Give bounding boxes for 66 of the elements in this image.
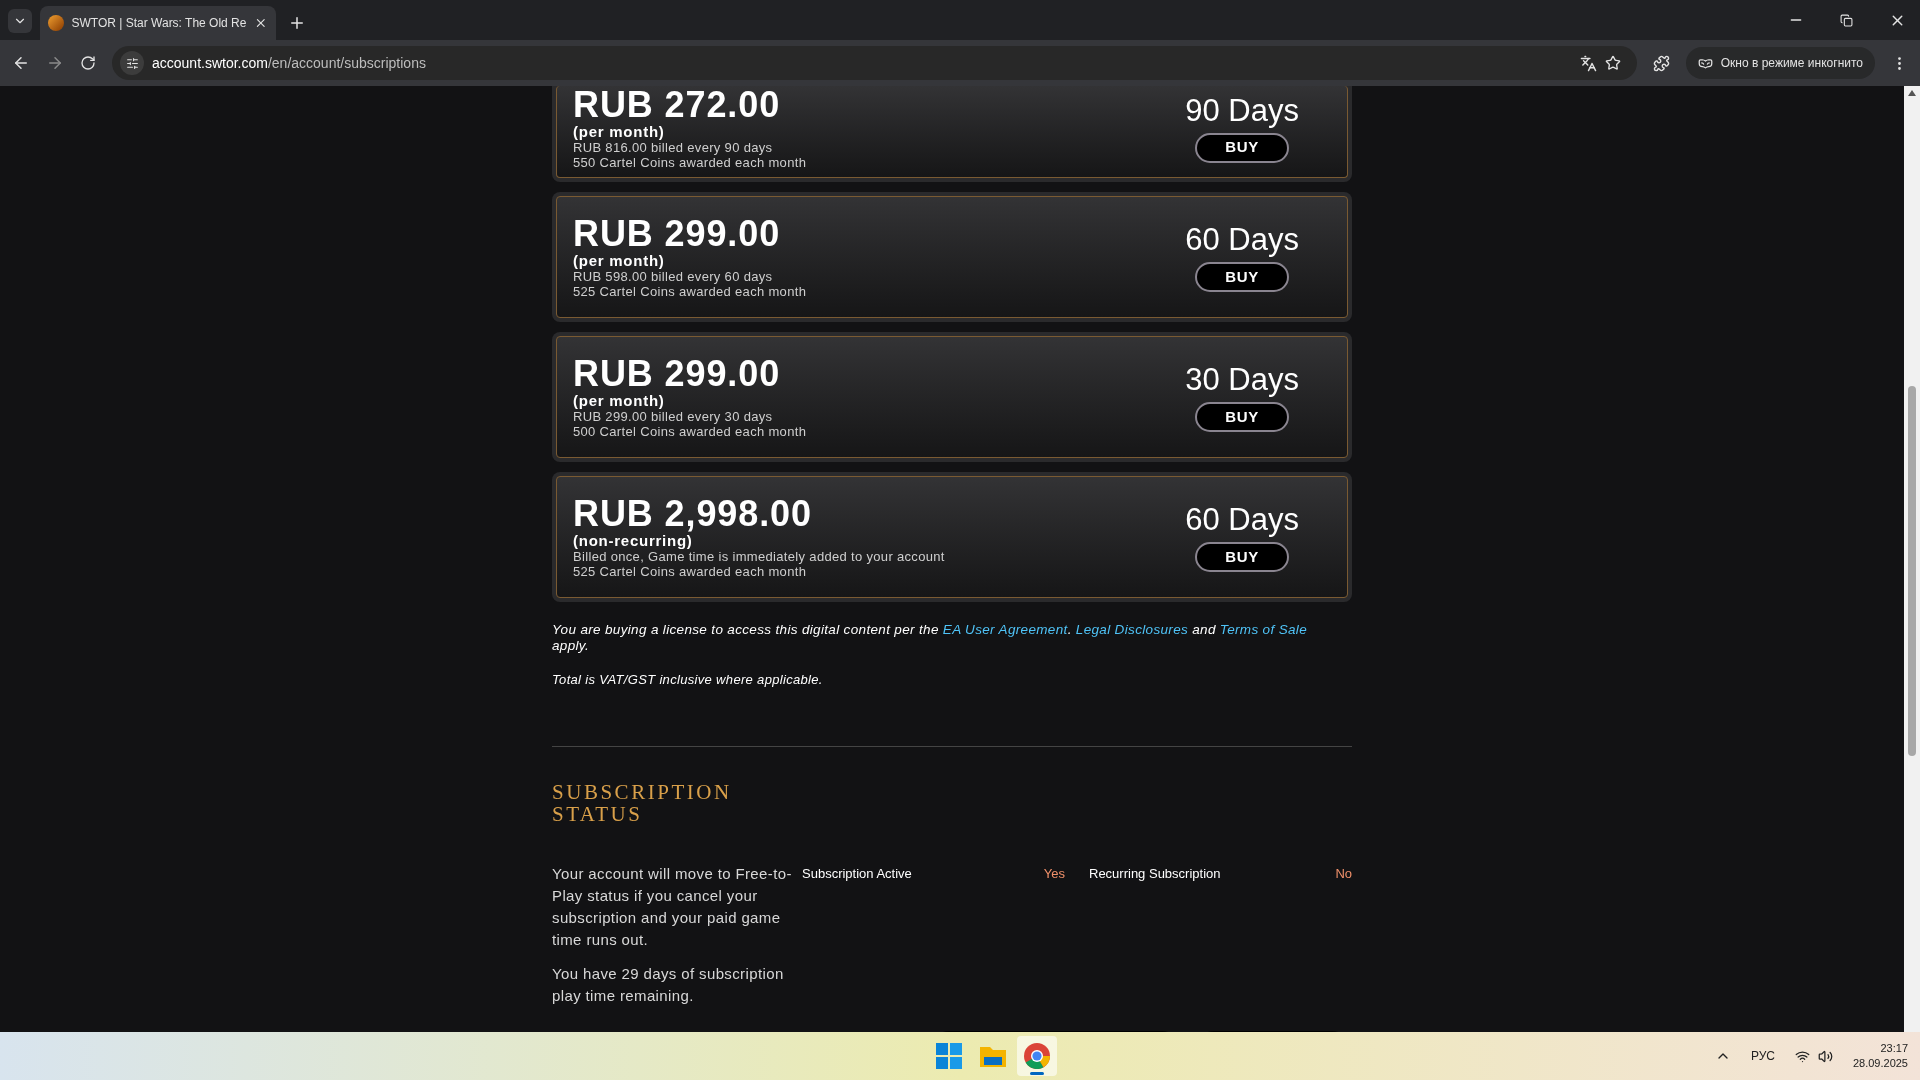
incognito-badge[interactable]: Окно в режиме инкогнито xyxy=(1685,47,1875,79)
plan-duration: 60 Days xyxy=(1185,502,1299,538)
taskbar-app[interactable] xyxy=(1017,1036,1058,1076)
forward-icon[interactable] xyxy=(46,54,64,72)
scrollbar-thumb[interactable] xyxy=(1908,386,1916,756)
close-tab-icon[interactable] xyxy=(254,16,268,30)
status-paragraph: Your account will move to Free-to-Play status if you cancel your subscription and your paid game time runs out. xyxy=(552,863,793,950)
plan-period: (non-recurring) xyxy=(573,533,694,549)
plan-period: (per month) xyxy=(573,123,666,140)
browser-tab[interactable]: SWTOR | Star Wars: The Old Re xyxy=(40,6,276,40)
clock-date[interactable]: 28.09.2025 xyxy=(1852,1056,1908,1071)
plan-detail: RUB 299.00 billed every 30 days xyxy=(573,409,774,424)
site-info-icon[interactable] xyxy=(120,51,144,75)
buy-button[interactable]: BUY xyxy=(1195,542,1290,572)
reload-icon[interactable] xyxy=(80,55,96,71)
plan-price: RUB 299.00 xyxy=(573,215,782,253)
status-value: No xyxy=(1335,864,1352,883)
buy-button[interactable]: BUY xyxy=(1195,132,1290,163)
plan-duration: 60 Days xyxy=(1185,222,1299,258)
plan-period: (per month) xyxy=(573,253,666,269)
plan-detail: RUB 816.00 billed every 90 days xyxy=(573,139,774,155)
site-favicon-icon xyxy=(48,15,64,31)
wifi-icon[interactable] xyxy=(1794,1048,1810,1064)
plan-duration: 30 Days xyxy=(1185,362,1299,398)
bookmark-star-icon[interactable] xyxy=(1604,55,1621,71)
plan-detail: 550 Cartel Coins awarded each month xyxy=(573,154,807,170)
plan-period: (per month) xyxy=(573,393,666,409)
url-text: account.swtor.com/en/account/subscriptions xyxy=(152,53,426,73)
vat-note: Total is VAT/GST inclusive where applicable. xyxy=(552,671,824,689)
tab-title: SWTOR | Star Wars: The Old Re xyxy=(71,15,247,32)
plan-detail: RUB 598.00 billed every 60 days xyxy=(573,269,774,284)
tab-list-button[interactable] xyxy=(8,9,32,33)
legal-link[interactable]: EA User Agreement xyxy=(942,622,1068,637)
plan-detail: Billed once, Game time is immediately added to your account xyxy=(573,549,945,564)
active-indicator xyxy=(1030,1072,1045,1075)
plan-duration: 90 Days xyxy=(1185,92,1299,129)
back-icon[interactable] xyxy=(12,54,30,72)
clock-time[interactable]: 23:17 xyxy=(1880,1041,1908,1056)
plan-price: RUB 272.00 xyxy=(573,86,782,124)
volume-icon[interactable] xyxy=(1817,1048,1833,1064)
plan-price: RUB 299.00 xyxy=(573,355,782,393)
legal-link[interactable]: Terms of Sale xyxy=(1219,622,1307,637)
legal-link[interactable]: Legal Disclosures xyxy=(1075,622,1189,637)
plan-detail: 500 Cartel Coins awarded each month xyxy=(573,424,807,439)
new-tab-icon[interactable] xyxy=(288,14,306,32)
status-label: Recurring Subscription xyxy=(1089,864,1221,883)
translate-icon[interactable] xyxy=(1579,54,1597,72)
input-language[interactable]: РУС xyxy=(1750,1047,1775,1065)
plan-price: RUB 2,998.00 xyxy=(573,495,813,533)
plan-detail: 525 Cartel Coins awarded each month xyxy=(573,564,808,579)
browser-logo-icon xyxy=(1024,1043,1051,1069)
scrollbar[interactable] xyxy=(1904,86,1920,1032)
folder-icon xyxy=(980,1045,1007,1067)
address-bar[interactable]: account.swtor.com/en/account/subscriptions xyxy=(112,46,1637,80)
status-label: Subscription Active xyxy=(802,864,912,883)
plan-detail: 525 Cartel Coins awarded each month xyxy=(573,284,807,299)
scroll-up-arrow-icon[interactable] xyxy=(1908,90,1916,96)
buy-button[interactable]: BUY xyxy=(1195,402,1290,432)
status-value: Yes xyxy=(1043,864,1065,883)
license-notice: You are buying a license to access this digital content per the EA User Agreement. Legal Disclosures and Terms of Sale apply. xyxy=(552,622,1308,654)
restore-icon[interactable] xyxy=(1840,13,1853,27)
status-paragraph: You have 29 days of subscription play time remaining. xyxy=(552,963,785,1006)
buy-button[interactable]: BUY xyxy=(1195,262,1290,292)
extensions-icon[interactable] xyxy=(1652,54,1670,72)
windows-logo-icon xyxy=(936,1043,963,1069)
section-heading: SUBSCRIPTION STATUS xyxy=(552,780,733,825)
